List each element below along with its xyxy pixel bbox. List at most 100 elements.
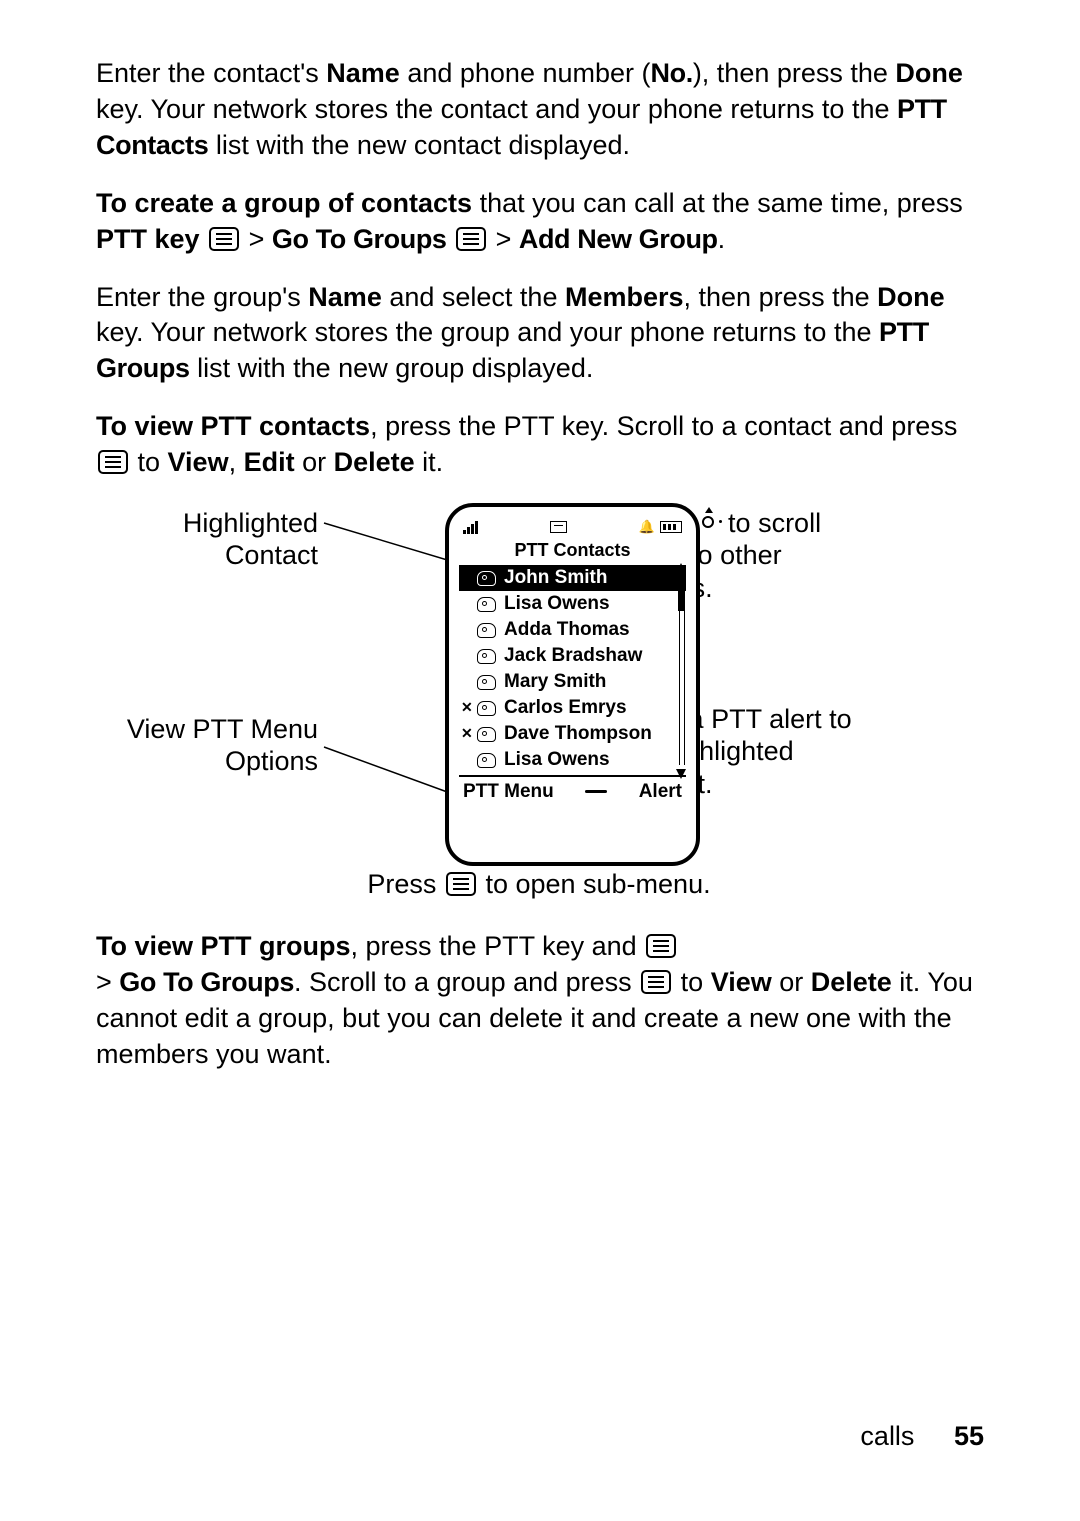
- bold-ptt-key: PTT key: [96, 224, 200, 254]
- bold-name: Name: [326, 58, 400, 88]
- text: to open sub-menu.: [478, 869, 711, 899]
- ptt-contact-icon: [477, 571, 496, 586]
- para-view-groups: To view PTT groups, press the PTT key an…: [96, 929, 984, 1073]
- status-left: [463, 521, 478, 534]
- text: key. Your network stores the contact and…: [96, 94, 897, 124]
- text: >: [249, 224, 272, 254]
- status-x-icon: ✕: [461, 728, 473, 740]
- contact-name: Carlos Emrys: [504, 695, 627, 720]
- text: Enter the group's: [96, 282, 308, 312]
- contact-name: Adda Thomas: [504, 617, 630, 642]
- menu-key-icon: [646, 934, 676, 958]
- status-x-icon: ✕: [461, 702, 473, 714]
- page-footer: calls 55: [860, 1419, 984, 1455]
- contact-name: Jack Bradshaw: [504, 643, 642, 668]
- text: and phone number (: [400, 58, 651, 88]
- bold-view-ptt-groups: To view PTT groups: [96, 931, 351, 961]
- text: list with the new contact displayed.: [208, 130, 630, 160]
- ptt-contact-icon: [477, 649, 496, 664]
- text: list with the new group displayed.: [190, 353, 594, 383]
- ptt-contact-icon: [477, 623, 496, 638]
- contact-row: Lisa Owens: [459, 591, 686, 617]
- menu-key-icon: [456, 227, 486, 251]
- para-enter-group: Enter the group's Name and select the Me…: [96, 280, 984, 388]
- menu-key-icon: [641, 970, 671, 994]
- text: ), then press the: [693, 58, 896, 88]
- callout-highlighted-contact: Highlighted Contact: [96, 507, 318, 572]
- text: to: [130, 447, 168, 477]
- bold-delete: Delete: [334, 447, 415, 477]
- softkey-menu-icon: [585, 788, 607, 795]
- contact-row: Mary Smith: [459, 669, 686, 695]
- contact-row: John Smith: [459, 565, 686, 591]
- bold-edit: Edit: [244, 447, 295, 477]
- text: >: [96, 967, 119, 997]
- text: to: [673, 967, 711, 997]
- bold-members: Members: [565, 282, 684, 312]
- menu-key-icon: [446, 872, 476, 896]
- battery-icon: [660, 521, 682, 533]
- page-number: 55: [954, 1421, 984, 1451]
- bold-add-new-group: Add New Group: [519, 224, 718, 254]
- contact-row: Adda Thomas: [459, 617, 686, 643]
- phone-frame: 🔔 PTT Contacts John SmithLisa OwensAdda …: [445, 503, 700, 866]
- text: that you can call at the same time, pres…: [472, 188, 963, 218]
- menu-key-icon: [209, 227, 239, 251]
- manual-page: Enter the contact's Name and phone numbe…: [0, 0, 1080, 1521]
- contact-row: Lisa Owens: [459, 747, 686, 773]
- callout-view-ptt-menu: View PTT Menu Options: [96, 713, 318, 778]
- contact-name: Lisa Owens: [504, 747, 610, 772]
- bold-name: Name: [308, 282, 382, 312]
- bold-goto-groups: Go To Groups: [272, 224, 447, 254]
- para-view-contacts: To view PTT contacts, press the PTT key.…: [96, 409, 984, 481]
- section-name: calls: [860, 1421, 914, 1451]
- bold-goto-groups: Go To Groups: [119, 967, 294, 997]
- text: Enter the contact's: [96, 58, 326, 88]
- bold-delete: Delete: [811, 967, 892, 997]
- para-enter-contact: Enter the contact's Name and phone numbe…: [96, 56, 984, 164]
- bell-icon: 🔔: [639, 518, 655, 535]
- text: Press: [367, 869, 444, 899]
- contact-name: John Smith: [504, 565, 607, 590]
- bold-view: View: [711, 967, 772, 997]
- text: key. Your network stores the group and y…: [96, 317, 879, 347]
- text: and select the: [382, 282, 565, 312]
- bold-view-ptt-contacts: To view PTT contacts: [96, 411, 370, 441]
- bold-create-group: To create a group of contacts: [96, 188, 472, 218]
- bold-done: Done: [877, 282, 945, 312]
- bold-done: Done: [895, 58, 963, 88]
- status-bar: 🔔: [459, 517, 686, 537]
- menu-key-icon: [98, 450, 128, 474]
- ptt-contact-icon: [477, 753, 496, 768]
- screen-title: PTT Contacts: [459, 537, 686, 565]
- contact-name: Dave Thompson: [504, 721, 652, 746]
- ptt-contact-icon: [477, 701, 496, 716]
- para-create-group: To create a group of contacts that you c…: [96, 186, 984, 258]
- softkey-left: PTT Menu: [463, 779, 554, 804]
- text: . Scroll to a group and press: [294, 967, 639, 997]
- softkey-bar: PTT Menu Alert: [459, 777, 686, 804]
- contact-list: John SmithLisa OwensAdda ThomasJack Brad…: [459, 565, 686, 773]
- phone-screen: 🔔 PTT Contacts John SmithLisa OwensAdda …: [459, 517, 686, 809]
- text: , press the PTT key and: [351, 931, 645, 961]
- ptt-contacts-diagram: Highlighted Contact View PTT Menu Option…: [96, 503, 984, 913]
- bold-no: No.: [651, 58, 693, 88]
- contact-name: Mary Smith: [504, 669, 606, 694]
- message-icon: [550, 521, 567, 533]
- contact-row: ✕ Carlos Emrys: [459, 695, 686, 721]
- text: or: [295, 447, 334, 477]
- ptt-contact-icon: [477, 727, 496, 742]
- status-right: 🔔: [639, 518, 682, 535]
- ptt-contact-icon: [477, 675, 496, 690]
- text: , press the PTT key. Scroll to a contact…: [370, 411, 957, 441]
- text: or: [772, 967, 811, 997]
- contact-name: Lisa Owens: [504, 591, 610, 616]
- text: ,: [229, 447, 244, 477]
- contact-row: Jack Bradshaw: [459, 643, 686, 669]
- text: .: [718, 224, 726, 254]
- text: it.: [415, 447, 444, 477]
- ptt-contact-icon: [477, 597, 496, 612]
- text: , then press the: [684, 282, 878, 312]
- bold-view: View: [168, 447, 229, 477]
- contact-row: ✕ Dave Thompson: [459, 721, 686, 747]
